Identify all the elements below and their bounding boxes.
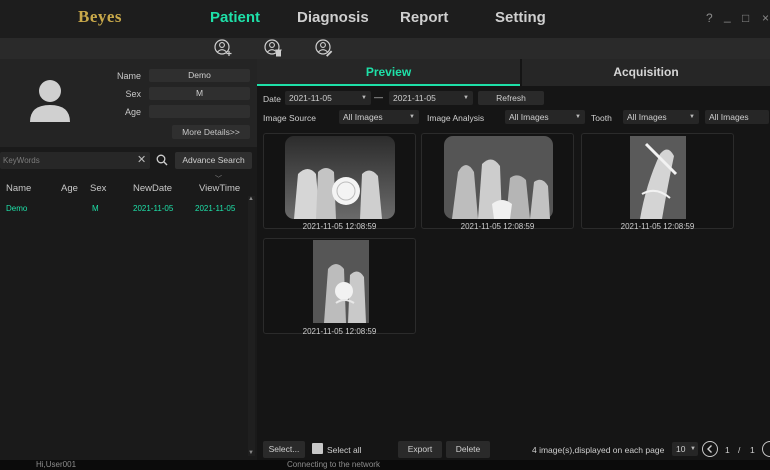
date-label: Date <box>263 94 281 104</box>
thumbnail-caption: 2021-11-05 12:08:59 <box>460 222 535 231</box>
chevron-down-icon: ▼ <box>409 114 415 120</box>
row-sex-cell: M <box>92 204 99 213</box>
chevron-down-icon: ▼ <box>361 95 367 101</box>
advance-search-button[interactable]: Advance Search <box>175 152 252 169</box>
tab-setting[interactable]: Setting <box>495 9 546 26</box>
image-analysis-value: All Images <box>509 112 549 122</box>
maximize-button[interactable]: □ <box>742 11 749 25</box>
more-details-button[interactable]: More Details>> <box>172 125 250 139</box>
age-label: Age <box>124 107 141 117</box>
chevron-left-icon <box>707 445 712 453</box>
delete-button[interactable]: Delete <box>446 441 490 458</box>
delete-patient-icon[interactable] <box>262 38 284 58</box>
refresh-button[interactable]: Refresh <box>478 91 544 105</box>
chevron-down-icon: ▼ <box>463 95 469 101</box>
scroll-up-icon[interactable]: ▲ <box>248 196 254 202</box>
image-thumbnail[interactable] <box>263 238 416 334</box>
row-name-cell: Demo <box>6 204 28 213</box>
thumbnail-caption: 2021-11-05 12:08:59 <box>302 222 377 231</box>
age-field[interactable] <box>149 105 250 118</box>
select-button[interactable]: Select... <box>263 441 305 458</box>
page-separator: / <box>738 445 741 455</box>
edit-patient-icon[interactable] <box>313 38 335 58</box>
row-viewtime-cell: 2021-11-05 <box>195 204 236 213</box>
xray-image <box>630 136 686 219</box>
date-from-value: 2021-11-05 <box>289 93 332 103</box>
tab-acquisition[interactable]: Acquisition <box>522 59 770 86</box>
image-source-select[interactable]: All Images ▼ <box>339 110 419 124</box>
date-to-value: 2021-11-05 <box>393 93 436 103</box>
xray-image <box>444 136 553 219</box>
chevron-down-icon: ▼ <box>690 446 696 452</box>
sex-label: Sex <box>125 89 141 99</box>
per-page-value: 10 <box>676 444 686 454</box>
tooth-select[interactable]: All Images ▼ <box>623 110 699 124</box>
image-count-text: 4 image(s),displayed on each page <box>532 445 665 455</box>
tab-diagnosis[interactable]: Diagnosis <box>297 9 369 26</box>
image-analysis-label: Image Analysis <box>427 113 485 123</box>
extra-filter-value: All Images <box>709 112 749 122</box>
toolbar <box>0 38 770 59</box>
clear-icon[interactable]: ✕ <box>137 153 146 166</box>
keyword-search-input[interactable] <box>3 153 123 168</box>
column-age[interactable]: Age <box>61 183 78 194</box>
scroll-down-icon[interactable]: ▼ <box>248 450 254 456</box>
sex-field[interactable]: M <box>149 87 250 100</box>
tooth-value: All Images <box>627 112 667 122</box>
image-thumbnail[interactable] <box>421 133 574 229</box>
add-patient-icon[interactable] <box>212 38 234 58</box>
export-button[interactable]: Export <box>398 441 442 458</box>
minimize-button[interactable]: _ <box>724 9 731 23</box>
network-status: Connecting to the network <box>287 460 380 469</box>
help-button[interactable]: ? <box>706 11 713 25</box>
column-viewtime[interactable]: ViewTime <box>199 183 240 194</box>
tab-preview[interactable]: Preview <box>257 59 520 86</box>
image-source-value: All Images <box>343 112 383 122</box>
thumbnail-caption: 2021-11-05 12:08:59 <box>302 327 377 336</box>
page-total: 1 <box>750 445 755 455</box>
extra-filter-select[interactable]: All Images <box>705 110 769 124</box>
date-range-dash: — <box>374 92 383 102</box>
select-all-checkbox[interactable] <box>312 443 323 454</box>
image-thumbnail[interactable] <box>263 133 416 229</box>
select-all-label[interactable]: Select all <box>327 445 362 455</box>
tab-patient[interactable]: Patient <box>210 9 260 26</box>
tab-report[interactable]: Report <box>400 9 448 26</box>
row-newdate-cell: 2021-11-05 <box>133 204 174 213</box>
xray-image <box>285 136 395 219</box>
page-current: 1 <box>725 445 730 455</box>
patient-avatar-icon <box>30 80 70 122</box>
list-scrollbar[interactable] <box>248 196 255 456</box>
column-sex[interactable]: Sex <box>90 183 106 194</box>
chevron-down-icon: ▼ <box>689 114 695 120</box>
user-greeting: Hi,User001 <box>36 460 77 469</box>
prev-page-button[interactable] <box>702 441 718 457</box>
tooth-label: Tooth <box>591 113 612 123</box>
name-label: Name <box>116 71 141 81</box>
image-analysis-select[interactable]: All Images ▼ <box>505 110 585 124</box>
per-page-select[interactable]: 10 ▼ <box>672 442 698 456</box>
chevron-down-icon: ▼ <box>575 114 581 120</box>
status-bar <box>0 460 770 470</box>
image-thumbnail[interactable] <box>581 133 734 229</box>
close-button[interactable]: × <box>762 11 769 25</box>
image-source-label: Image Source <box>263 113 316 123</box>
thumbnail-caption: 2021-11-05 12:08:59 <box>620 222 695 231</box>
column-newdate[interactable]: NewDate <box>133 183 172 194</box>
name-field[interactable]: Demo <box>149 69 250 82</box>
app-logo: Beyes <box>78 7 123 26</box>
xray-image <box>313 240 369 323</box>
column-name[interactable]: Name <box>6 183 31 194</box>
date-to-select[interactable]: 2021-11-05 ▼ <box>389 91 473 105</box>
date-from-select[interactable]: 2021-11-05 ▼ <box>285 91 371 105</box>
search-icon[interactable] <box>155 153 169 167</box>
